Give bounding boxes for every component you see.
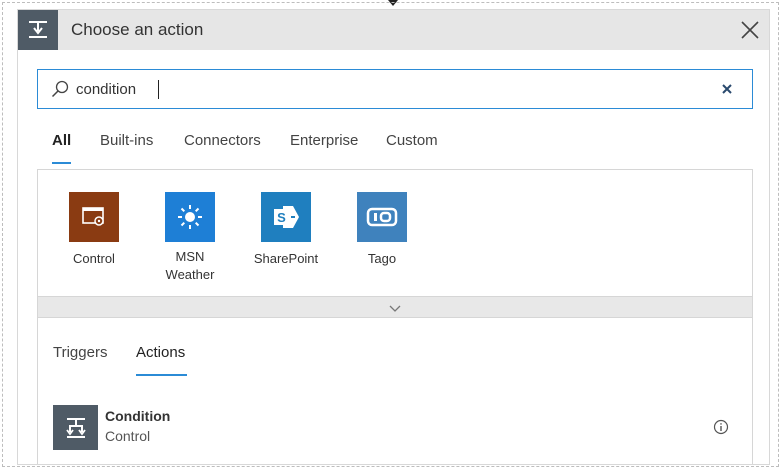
svg-text:S: S	[277, 210, 286, 225]
sun-icon	[165, 192, 215, 242]
action-title: Condition	[105, 408, 171, 424]
connector-control[interactable]: Control	[46, 192, 142, 268]
connector-label: MSN Weather	[165, 249, 215, 282]
connector-label: Tago	[367, 251, 397, 266]
active-tab-underline	[52, 162, 71, 164]
sharepoint-icon: S	[261, 192, 311, 242]
info-icon[interactable]	[713, 419, 729, 435]
connector-tago[interactable]: Tago	[334, 192, 430, 268]
header-title: Choose an action	[71, 20, 204, 39]
tab-custom[interactable]: Custom	[386, 132, 438, 149]
tab-enterprise[interactable]: Enterprise	[290, 132, 358, 149]
action-subtitle: Control	[105, 428, 151, 444]
tab-label: All	[52, 132, 72, 149]
condition-icon	[53, 405, 98, 450]
close-icon[interactable]	[740, 20, 760, 40]
text-cursor	[158, 80, 159, 99]
card-header: Choose an action	[18, 10, 769, 50]
tab-triggers[interactable]: Triggers	[53, 344, 107, 361]
search-box	[37, 69, 753, 109]
tab-connectors[interactable]: Connectors	[184, 132, 261, 149]
tago-icon	[357, 192, 407, 242]
connector-grid: Control MSN Weather S SharePoint Tago	[37, 169, 753, 297]
tab-actions[interactable]: Actions	[136, 344, 187, 376]
search-input[interactable]	[76, 78, 676, 100]
connector-msn-weather[interactable]: MSN Weather	[142, 192, 238, 284]
condition-icon	[18, 10, 58, 50]
chevron-down-icon	[388, 301, 402, 313]
expand-connectors-bar[interactable]	[37, 296, 753, 318]
connector-sharepoint[interactable]: S SharePoint	[238, 192, 334, 268]
tab-label: Actions	[136, 344, 186, 361]
tab-built-ins[interactable]: Built-ins	[100, 132, 153, 149]
action-item-condition[interactable]: Condition Control	[53, 404, 733, 450]
connector-label: SharePoint	[253, 251, 319, 266]
active-subtab-underline	[136, 374, 187, 376]
clear-icon[interactable]	[720, 82, 734, 96]
choose-action-card: Choose an action All Built-ins Connec	[17, 9, 770, 465]
actions-panel: Triggers Actions Condition Control	[37, 317, 753, 464]
connector-label: Control	[73, 251, 115, 266]
tab-all[interactable]: All	[52, 132, 72, 164]
search-icon	[51, 80, 69, 98]
control-icon	[69, 192, 119, 242]
